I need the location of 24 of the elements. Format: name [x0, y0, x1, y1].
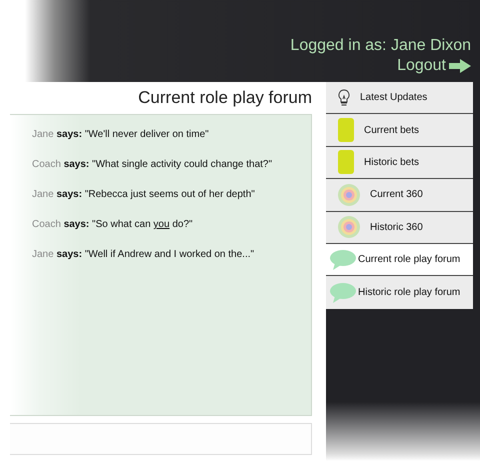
target-icon	[338, 184, 360, 206]
sidebar-item[interactable]: Latest Updates	[326, 82, 473, 114]
sidebar-item[interactable]: Current 360	[326, 179, 473, 212]
right-arrow-icon	[449, 59, 471, 73]
message-input-field[interactable]	[10, 423, 312, 455]
speech-bubble-icon	[330, 250, 356, 270]
logout-link[interactable]: Logout	[397, 56, 471, 76]
chat-message: Jane says: "We'll never deliver on time"	[32, 128, 210, 142]
forum-title: Current role play forum	[137, 87, 312, 109]
chat-message: Coach says: "So what can you do?"	[32, 218, 194, 232]
light-bulb-icon	[338, 88, 350, 107]
sidebar-item[interactable]: Historic 360	[326, 212, 473, 244]
barrel-icon	[338, 118, 354, 142]
sidebar-item[interactable]: Historic role play forum	[326, 276, 473, 309]
logged-in-text: Logged in as: Jane Dixon	[290, 36, 471, 56]
target-icon	[338, 216, 360, 238]
sidebar-item[interactable]: Current role play forum	[326, 244, 473, 276]
sidebar-item[interactable]: Historic bets	[326, 146, 473, 180]
chat-message: Jane says: "Well if Andrew and I worked on the..."	[32, 248, 256, 262]
chat-message: Coach says: "What single activity could change that?"	[32, 158, 274, 172]
speech-bubble-icon	[330, 282, 356, 303]
sidebar-item[interactable]: Current bets	[326, 114, 473, 147]
barrel-icon	[338, 150, 354, 174]
chat-message: Jane says: "Rebecca just seems out of her depth"	[32, 188, 256, 202]
